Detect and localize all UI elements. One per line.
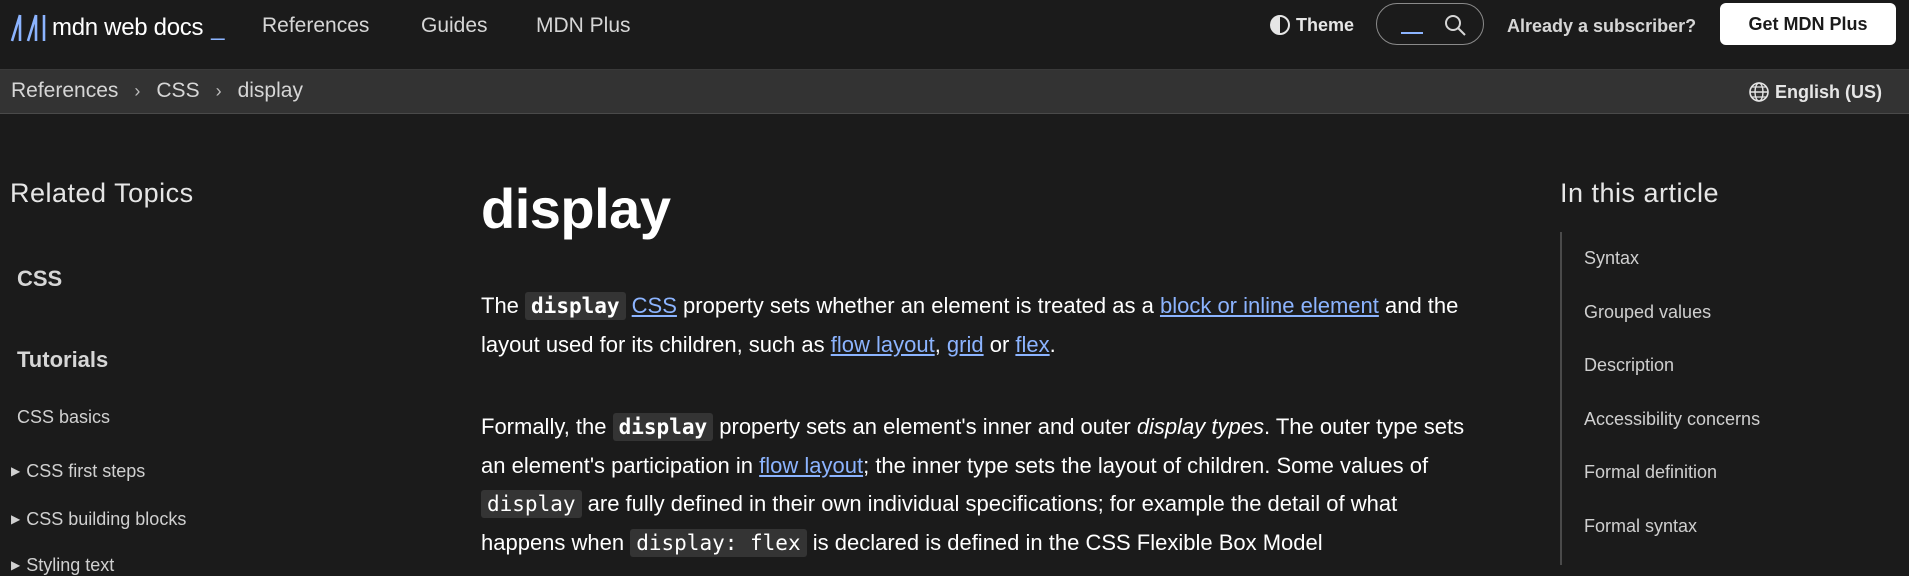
sidebar-item-label: Styling text — [26, 555, 115, 575]
related-topics-title: Related Topics — [10, 178, 194, 208]
formal-paragraph: Formally, the display property sets an e… — [481, 408, 1481, 562]
nav-mdn-plus[interactable]: MDN Plus — [536, 12, 631, 40]
language-label: English (US) — [1775, 82, 1882, 102]
link-flow-layout[interactable]: flow layout — [759, 453, 863, 478]
toc-item-description[interactable]: Description — [1584, 355, 1674, 376]
sidebar-item-label: CSS building blocks — [26, 509, 187, 529]
text: , — [934, 331, 947, 357]
page-title: display — [481, 177, 671, 240]
search-icon[interactable] — [1443, 13, 1467, 37]
nav-guides[interactable]: Guides — [421, 12, 488, 40]
toc-item-grouped-values[interactable]: Grouped values — [1584, 302, 1711, 323]
code-display: display — [481, 490, 582, 518]
expand-triangle-icon: ▶ — [11, 512, 21, 526]
toc-item-accessibility-concerns[interactable]: Accessibility concerns — [1584, 409, 1760, 430]
link-flex[interactable]: flex — [1015, 332, 1049, 357]
link-grid[interactable]: grid — [947, 332, 984, 357]
sidebar-item-css-building-blocks[interactable]: ▶ CSS building blocks — [11, 509, 186, 530]
subscriber-login-link[interactable]: Already a subscriber? — [1507, 14, 1696, 38]
text: Formally, the — [481, 414, 613, 439]
link-css[interactable]: CSS — [632, 293, 677, 318]
breadcrumb-css[interactable]: CSS — [156, 78, 199, 104]
chevron-right-icon: › — [215, 81, 222, 101]
search-input[interactable] — [1376, 3, 1484, 45]
intro-paragraph: The display CSS property sets whether an… — [481, 287, 1481, 364]
breadcrumb: References › CSS › display — [11, 78, 303, 104]
text: property sets whether an element is trea… — [676, 293, 1160, 318]
theme-icon — [1270, 15, 1290, 35]
nav-references[interactable]: References — [262, 12, 369, 40]
toc-item-formal-definition[interactable]: Formal definition — [1584, 462, 1717, 483]
breadcrumb-references[interactable]: References — [11, 78, 118, 104]
top-navigation: mdn web docs _ References Guides MDN Plu… — [0, 0, 1909, 70]
emphasis-display-types: display types — [1136, 414, 1264, 439]
sidebar-item-styling-text[interactable]: ▶ Styling text — [11, 555, 114, 576]
breadcrumb-bar: References › CSS › display English (US) — [0, 70, 1909, 114]
sidebar-item-css-basics[interactable]: CSS basics — [17, 407, 110, 428]
theme-button[interactable]: Theme — [1270, 12, 1354, 38]
logo-underscore: _ — [211, 14, 225, 41]
link-flow-layout[interactable]: flow layout — [831, 332, 935, 357]
code-display: display — [525, 292, 626, 320]
toc-divider — [1560, 232, 1562, 565]
in-this-article-title: In this article — [1560, 178, 1720, 208]
toc-item-formal-syntax[interactable]: Formal syntax — [1584, 516, 1697, 537]
sidebar-heading-tutorials[interactable]: Tutorials — [17, 347, 108, 373]
get-mdn-plus-button[interactable]: Get MDN Plus — [1720, 3, 1896, 45]
expand-triangle-icon: ▶ — [11, 464, 21, 478]
text: ; the inner type sets the layout of chil… — [863, 452, 1429, 478]
theme-label: Theme — [1296, 15, 1355, 35]
breadcrumb-display[interactable]: display — [238, 78, 303, 104]
expand-triangle-icon: ▶ — [11, 558, 21, 572]
mdn-logo-icon — [10, 14, 46, 42]
logo-text: mdn web docs — [52, 14, 204, 41]
mdn-logo[interactable]: mdn web docs _ — [10, 12, 225, 44]
text: property sets an element's inner and out… — [713, 414, 1137, 439]
text: or — [983, 331, 1016, 357]
toc-item-syntax[interactable]: Syntax — [1584, 248, 1639, 269]
chevron-right-icon: › — [134, 81, 141, 101]
link-block-or-inline[interactable]: block or inline element — [1160, 293, 1379, 318]
globe-icon — [1749, 82, 1769, 102]
language-switcher[interactable]: English (US) — [1748, 80, 1882, 104]
text: is declared is defined in the CSS Flexib… — [806, 529, 1323, 555]
code-display: display — [612, 413, 714, 441]
search-caret — [1401, 32, 1423, 34]
sidebar-item-css-first-steps[interactable]: ▶ CSS first steps — [11, 461, 145, 482]
sidebar-item-label: CSS first steps — [26, 461, 146, 481]
text: . — [1049, 331, 1056, 357]
text: The — [481, 293, 526, 318]
sidebar-heading-css[interactable]: CSS — [17, 266, 62, 292]
code-display-flex: display: flex — [630, 528, 807, 557]
